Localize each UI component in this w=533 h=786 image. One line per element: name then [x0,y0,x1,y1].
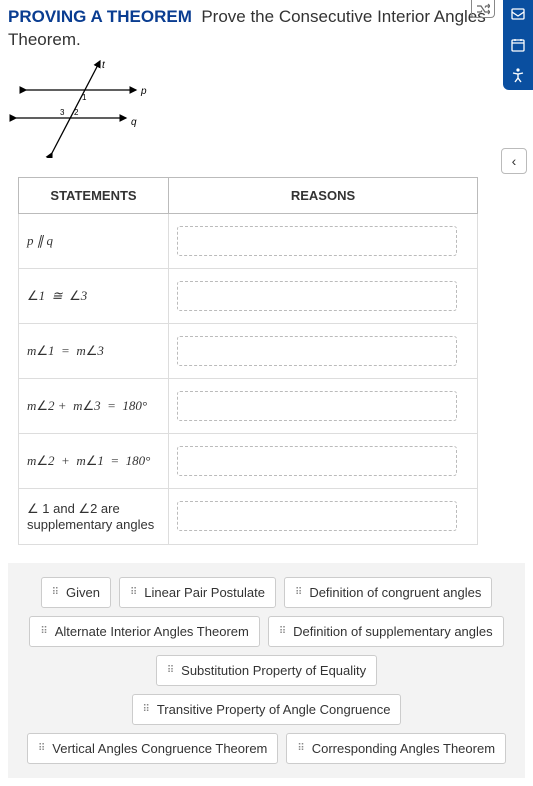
grip-icon: ⠿ [52,587,60,598]
table-row: m∠1 = m∠3 [19,323,478,378]
table-row: m∠2 + m∠3 = 180° [19,378,478,433]
reason-cell [169,213,478,268]
statement-cell: m∠2 + m∠1 = 180° [19,433,169,488]
table-row: p ∥ q [19,213,478,268]
chip-label: Substitution Property of Equality [181,663,366,678]
reason-dropzone[interactable] [177,336,457,366]
statement-cell: m∠2 + m∠3 = 180° [19,378,169,433]
grip-icon: ⠿ [279,626,287,637]
diagram-angle-2: 2 [74,108,79,117]
chip-label: Linear Pair Postulate [144,585,265,600]
collapse-panel-button[interactable]: ‹ [501,148,527,174]
reason-dropzone[interactable] [177,446,457,476]
feedback-icon[interactable] [507,4,529,26]
reason-dropzone[interactable] [177,501,457,531]
diagram-label-t: t [102,60,106,71]
answer-chip[interactable]: ⠿ Definition of congruent angles [284,577,492,608]
answer-chip[interactable]: ⠿ Definition of supplementary angles [268,616,504,647]
statement-cell: ∠ 1 and ∠2 are supplementary angles [19,488,169,544]
reason-cell [169,433,478,488]
calendar-icon[interactable] [507,34,529,56]
question-header: PROVING A THEOREM Prove the Consecutive … [0,0,533,56]
answer-bank: ⠿ Given ⠿ Linear Pair Postulate ⠿ Definitio… [8,563,525,778]
diagram: t p q 1 2 3 [0,56,533,171]
shuffle-icon[interactable] [471,0,495,18]
proof-panel: STATEMENTS REASONS p ∥ q ∠1 ≅ ∠3 m∠1 = m… [4,177,529,778]
reason-dropzone[interactable] [177,226,457,256]
chip-label: Vertical Angles Congruence Theorem [52,741,267,756]
grip-icon: ⠿ [295,587,303,598]
chip-label: Definition of supplementary angles [293,624,492,639]
heading-label: PROVING A THEOREM [8,7,192,26]
table-row: m∠2 + m∠1 = 180° [19,433,478,488]
reason-cell [169,268,478,323]
grip-icon: ⠿ [130,587,138,598]
grip-icon: ⠿ [297,743,305,754]
chip-label: Alternate Interior Angles Theorem [55,624,249,639]
table-row: ∠ 1 and ∠2 are supplementary angles [19,488,478,544]
col-statements: STATEMENTS [19,177,169,213]
statement-cell: p ∥ q [19,213,169,268]
col-reasons: REASONS [169,177,478,213]
diagram-angle-3: 3 [60,108,65,117]
chevron-left-icon: ‹ [512,153,517,169]
diagram-angle-1: 1 [82,93,87,102]
chip-label: Corresponding Angles Theorem [312,741,495,756]
answer-chip[interactable]: ⠿ Alternate Interior Angles Theorem [29,616,259,647]
statement-cell: ∠1 ≅ ∠3 [19,268,169,323]
grip-icon: ⠿ [143,704,151,715]
reason-cell [169,323,478,378]
answer-chip[interactable]: ⠿ Corresponding Angles Theorem [286,733,506,764]
reason-dropzone[interactable] [177,281,457,311]
table-row: ∠1 ≅ ∠3 [19,268,478,323]
chip-label: Definition of congruent angles [309,585,481,600]
reason-cell [169,488,478,544]
reason-dropzone[interactable] [177,391,457,421]
answer-chip[interactable]: ⠿ Given [41,577,111,608]
grip-icon: ⠿ [40,626,48,637]
chip-label: Given [66,585,100,600]
answer-chip[interactable]: ⠿ Vertical Angles Congruence Theorem [27,733,278,764]
diagram-label-q: q [131,117,137,128]
statement-cell: m∠1 = m∠3 [19,323,169,378]
accessibility-icon[interactable] [507,64,529,86]
proof-table: STATEMENTS REASONS p ∥ q ∠1 ≅ ∠3 m∠1 = m… [18,177,478,545]
grip-icon: ⠿ [167,665,175,676]
answer-chip[interactable]: ⠿ Linear Pair Postulate [119,577,276,608]
grip-icon: ⠿ [38,743,46,754]
diagram-label-p: p [140,86,147,97]
reason-cell [169,378,478,433]
answer-chip[interactable]: ⠿ Substitution Property of Equality [156,655,377,686]
answer-chip[interactable]: ⠿ Transitive Property of Angle Congruence [132,694,402,725]
chip-label: Transitive Property of Angle Congruence [157,702,391,717]
tools-rail [503,0,533,90]
